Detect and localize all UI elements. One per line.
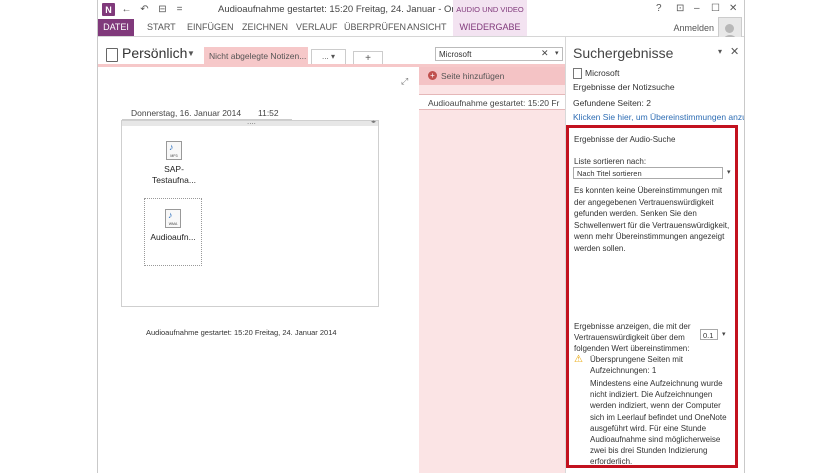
drag-handle-icon[interactable]: ....	[247, 117, 256, 126]
chevron-down-icon[interactable]: ▾	[727, 168, 731, 176]
tab-ansicht[interactable]: ANSICHT	[407, 22, 447, 32]
note-container-handle[interactable]: .... ◂▸	[122, 117, 378, 126]
tab-ueberpruefen[interactable]: ÜBERPRÜFEN	[344, 22, 406, 32]
avatar-head-shape	[725, 24, 734, 33]
expand-icon[interactable]: ⤢	[401, 76, 408, 87]
page-list: + Seite hinzufügen Audioaufnahme gestart…	[419, 67, 565, 473]
minimize-icon[interactable]: –	[694, 3, 700, 14]
search-clear-icon[interactable]: ✕	[541, 48, 549, 59]
audio-file-icon: ♪ MP3	[166, 141, 182, 160]
tab-datei[interactable]: DATEI	[98, 19, 134, 36]
notebook-icon[interactable]	[106, 48, 118, 62]
resize-arrows-icon[interactable]: ◂▸	[371, 119, 376, 125]
file-label: Audioaufn...	[150, 232, 196, 242]
indexing-note: Mindestens eine Aufzeichnung wurde nicht…	[590, 379, 727, 467]
tab-start[interactable]: START	[147, 22, 176, 32]
audio-search-results: Ergebnisse der Audio-Suche Liste sortier…	[566, 125, 738, 468]
maximize-icon[interactable]: ☐	[711, 3, 720, 14]
notebook-scope-icon	[573, 68, 582, 79]
warning-icon: ⚠	[574, 354, 583, 365]
help-icon[interactable]: ?	[656, 3, 662, 14]
onenote-app-icon[interactable]: N	[102, 3, 115, 16]
found-pages-count: Gefundene Seiten: 2	[573, 98, 651, 108]
music-note-icon: ♪	[169, 142, 174, 152]
file-label: SAP-	[164, 164, 184, 174]
undo-icon[interactable]: ↶	[138, 3, 151, 16]
pane-close-icon[interactable]: ✕	[730, 45, 739, 58]
file-attachment-wma[interactable]: ♪ WMA Audioaufn...	[144, 198, 202, 266]
audio-results-title: Ergebnisse der Audio-Suche	[574, 135, 676, 144]
chevron-down-icon[interactable]: ▾	[722, 330, 726, 338]
recording-caption: Audioaufnahme gestartet: 15:20 Freitag, …	[146, 328, 337, 337]
add-page-icon: +	[428, 71, 437, 80]
skipped-pages-message: Übersprungene Seiten mit Aufzeichnungen:…	[590, 355, 683, 375]
threshold-select[interactable]: 0.1	[700, 329, 718, 340]
title-bar: N ← ↶ ⊟ = Audioaufnahme gestartet: 15:20…	[98, 0, 744, 19]
sort-select[interactable]: Nach Titel sortieren	[573, 167, 723, 179]
context-group-label: AUDIO UND VIDEO	[453, 0, 527, 19]
show-matches-link[interactable]: Klicken Sie hier, um Übereinstimmungen a…	[573, 112, 744, 122]
pane-options-icon[interactable]: ▾	[718, 47, 722, 56]
pane-title: Suchergebnisse	[573, 45, 674, 61]
tab-verlauf[interactable]: VERLAUF	[296, 22, 338, 32]
search-scope-label: Microsoft	[585, 68, 620, 78]
file-label-line2: Testaufna...	[152, 175, 196, 185]
add-page-label: Seite hinzufügen	[441, 71, 505, 81]
music-note-icon: ♪	[168, 210, 173, 220]
chevron-down-icon[interactable]: ▼	[187, 49, 195, 58]
notebook-bar: Persönlich ▼ Nicht abgelegte Notizen... …	[98, 37, 565, 66]
dock-icon[interactable]: ⊟	[156, 3, 169, 16]
threshold-label: Ergebnisse anzeigen, die mit der Vertrau…	[574, 322, 691, 353]
section-tab-active[interactable]: Nicht abgelegte Notizen...	[204, 47, 308, 65]
customize-qat-icon[interactable]: =	[173, 3, 186, 16]
ribbon-tabs: DATEI START EINFÜGEN ZEICHNEN VERLAUF ÜB…	[98, 19, 744, 37]
file-attachment-mp3[interactable]: ♪ MP3 SAP- Testaufna...	[145, 141, 203, 185]
page-time: 11:52	[258, 108, 279, 118]
close-icon[interactable]: ✕	[729, 3, 737, 14]
add-page-button[interactable]: + Seite hinzufügen	[419, 67, 565, 85]
tab-einfuegen[interactable]: EINFÜGEN	[187, 22, 234, 32]
onenote-window: N ← ↶ ⊟ = Audioaufnahme gestartet: 15:20…	[97, 0, 745, 473]
search-scope-dropdown-icon[interactable]: ▾	[555, 49, 559, 57]
audio-file-icon: ♪ WMA	[165, 209, 181, 228]
back-icon[interactable]: ←	[120, 3, 133, 16]
note-search-results-label: Ergebnisse der Notizsuche	[573, 82, 675, 92]
ribbon-display-icon[interactable]: ⊡	[676, 3, 684, 14]
page-canvas[interactable]: ⤢ Donnerstag, 16. Januar 2014 11:52 ....…	[98, 67, 419, 473]
tab-zeichnen[interactable]: ZEICHNEN	[242, 22, 288, 32]
page-list-item[interactable]: Audioaufnahme gestartet: 15:20 Fr	[419, 94, 565, 110]
file-ext-label: WMA	[168, 222, 178, 226]
file-attachment-wma-content: ♪ WMA Audioaufn...	[144, 209, 202, 242]
tab-wiedergabe[interactable]: WIEDERGABE	[453, 19, 527, 36]
sign-in-link[interactable]: Anmelden	[673, 23, 714, 33]
file-ext-label: MP3	[170, 154, 178, 158]
note-container[interactable]: .... ◂▸ ♪ MP3 SAP- Testaufna... ♪ WMA Au…	[121, 117, 379, 337]
page-date: Donnerstag, 16. Januar 2014	[131, 108, 242, 118]
search-results-pane: Suchergebnisse ▾ ✕ Microsoft Ergebnisse …	[565, 37, 744, 473]
no-matches-message: Es konnten keine Übereinstimmungen mit d…	[574, 186, 730, 253]
notebook-name[interactable]: Persönlich	[122, 45, 187, 61]
sort-label: Liste sortieren nach:	[574, 157, 647, 166]
